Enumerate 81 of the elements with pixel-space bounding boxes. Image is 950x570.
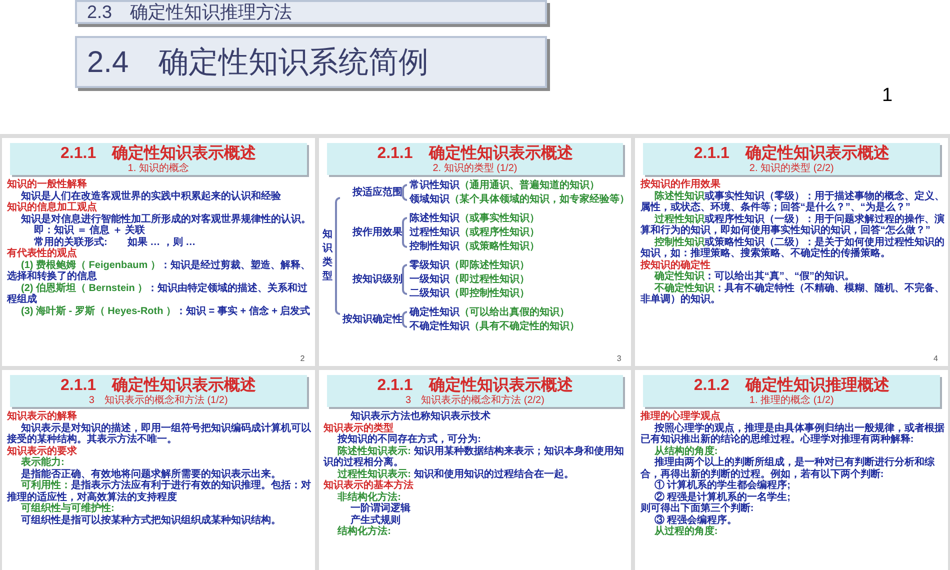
tree-leaf: 一级知识（即过程性知识） (409, 273, 530, 286)
slide-subtitle: 2. 知识的类型 (2/2) (749, 163, 834, 174)
tree-category: 按知识确定性 (341, 313, 402, 326)
section-heading: 按知识的确定性 (639, 260, 712, 270)
tree-category: 按知识级别 (351, 273, 402, 286)
slide-title: 2.1.1 确定性知识表示概述 (377, 144, 573, 162)
body-text: 按知识的不同存在方式，可分为: (336, 434, 482, 446)
slide-subtitle: 2. 知识的类型 (1/2) (432, 163, 518, 174)
slide-subtitle: 3 知识表示的概念和方法 (1/2) (88, 395, 228, 406)
section-heading: 知识表示的类型 (322, 422, 395, 434)
body-text: ① 计算机系的学生都会编程序; (653, 480, 792, 492)
section-heading: 推理的心理学观点 (639, 411, 722, 422)
body-text: 知识表示是对知识的描述，即用一组符号把知识编码成计算机可以接受的某种结构。其表示方法不唯一。 (6, 422, 312, 446)
bracket-line (402, 311, 408, 328)
body-text: 常用的关联形式: 如果 … ，则 … (33, 236, 197, 248)
tree-category: 按适应范围 (351, 186, 402, 199)
tree-leaf: 不确定性知识（具有不确定性的知识） (409, 320, 580, 333)
tree-leaf: 控制性知识（或策略性知识） (409, 240, 540, 253)
body-text: 一阶谓词逻辑 (350, 503, 412, 514)
body-text: 按照心理学的观点，推理是由具体事例归纳出一般规律，或者根据已有知识推出新的结论的思维过程。心理学对推理有两种解释: (639, 422, 946, 445)
body-text: 表示能力: (20, 457, 66, 468)
slide-title: 2.1.1 确定性知识表示概述 (60, 144, 256, 162)
body-text: 知识是人们在改造客观世界的实践中积累起来的认识和经验 (20, 190, 282, 202)
slide-number: 4 (934, 354, 938, 363)
section-heading: 知识表示的要求 (6, 446, 78, 456)
slide-number: 2 (300, 354, 305, 363)
section-heading: 知识表示的基本方法 (322, 480, 414, 491)
section-heading: 知识的一般性解释 (6, 179, 88, 190)
body-text: 可组织性是指可以按某种方式把知识组织成某种知识结构。 (20, 514, 282, 526)
slide-title: 2.1.1 确定性知识表示概述 (377, 376, 573, 394)
body-text: 非结构化方法: (336, 492, 402, 502)
body-text: (1) 费根鲍姆（ Feigenbaum ）：知识是经过剪裁、塑造、解释、选择和转换了的信息 (6, 260, 312, 282)
slide-subtitle: 1. 知识的概念 (128, 163, 189, 174)
body-text: 可组织性与可维护性: (20, 503, 116, 514)
body-text: 是指能否正确、有效地将问题求解所需要的知识表示出来。 (20, 468, 282, 480)
section-heading: 按知识的作用效果 (639, 179, 722, 190)
body-text: ③ 程强会编程序。 (653, 514, 738, 526)
body-text: 从过程的角度: (653, 526, 718, 538)
body-text: 控制性知识或策略性知识（二级）：是关于如何使用过程性知识的知识，如：推理策略、搜索策略、不确定性的传播策略。 (639, 236, 946, 259)
body-text: 结构化方法: (336, 526, 392, 538)
tree-category: 按作用效果 (351, 226, 402, 239)
body-text: 推理由两个以上的判断所组成，是一种对已有判断进行分析和综合，再得出新的判断的过程。例如，若有以下两个判断: (639, 457, 936, 480)
body-text: ② 程强是计算机系的一名学生; (653, 492, 792, 502)
tree-leaf: 确定性知识（可以给出真假的知识） (409, 306, 570, 319)
tree-leaf: 陈述性知识（或事实性知识） (409, 212, 540, 225)
body-text: 过程性知识或程序性知识（一级）：用于问题求解过程的操作、演算和行为的知识，即如何使用事实性知识的知识，回答“怎么做？” (639, 214, 946, 236)
body-text: (3) 海叶斯 - 罗斯（ Heyes-Roth ）：知识 = 事实 + 信念 + 启发式 (20, 306, 312, 317)
tree-leaf: 二级知识（即控制性知识） (409, 287, 530, 300)
page-number: 1 (882, 84, 893, 108)
body-text: 不确定性知识：具有不确定特性（不精确、模糊、随机、不完备、非单调）的知识。 (639, 282, 946, 306)
slide-title: 2.1.1 确定性知识表示概述 (60, 376, 256, 394)
body-text: 知识表示方法也称知识表示技术 (350, 411, 492, 422)
body-text: 确定性知识：可以给出其“真”、“假”的知识。 (653, 271, 856, 282)
body-text: 可利用性：是指表示方法应有利于进行有效的知识推理。包括：对推理的适应性，对高效算法的支持程度 (6, 480, 312, 502)
bracket-line (402, 217, 408, 248)
body-text: 陈述性知识或事实性知识（零级）：用于描述事物的概念、定义、属性，或状态、环境、条件等；回答“是什么？”、“为是么？” (639, 190, 946, 213)
tree-root: 知识类型 (322, 228, 333, 284)
body-text: 则可得出下面第三个判断: (639, 503, 755, 514)
slide-number: 3 (616, 354, 622, 363)
section-title: 2.4 确定性知识系统简例 (75, 36, 547, 88)
body-text: 知识是对信息进行智能性加工所形成的对客观世界规律性的认识。 (20, 214, 312, 224)
body-text: 从结构的角度: (653, 446, 719, 456)
section-heading: 知识表示的解释 (6, 411, 78, 422)
slide-title: 2.1.2 确定性知识推理概述 (694, 376, 890, 394)
section-heading: 知识的信息加工观点 (6, 202, 98, 214)
body-text: 过程性知识表示: 知识和使用知识的过程结合在一起。 (336, 468, 575, 480)
body-text: 陈述性知识表示: 知识用某种数据结构来表示；知识本身和使用知识的过程相分离。 (322, 446, 625, 468)
section-title: 2.3 确定性知识推理方法 (75, 0, 547, 24)
bracket-line (402, 264, 408, 295)
slide-subtitle: 3 知识表示的概念和方法 (2/2) (406, 395, 544, 406)
tree-leaf: 过程性知识（或程序性知识） (409, 226, 540, 239)
body-text: 即：知识 ＝ 信息 ＋ 关联 (34, 225, 146, 236)
tree-leaf: 领域知识（某个具体领域的知识，如专家经验等） (409, 193, 630, 206)
slide-title: 2.1.1 确定性知识表示概述 (694, 144, 890, 162)
bracket-line (402, 184, 408, 201)
body-text: 产生式规则 (350, 514, 402, 526)
slide-subtitle: 1. 推理的概念 (1/2) (749, 395, 834, 406)
tree-leaf: 零级知识（即陈述性知识） (409, 259, 530, 272)
tree-leaf: 常识性知识（通用通识、普遍知道的知识） (409, 179, 600, 192)
section-heading: 有代表性的观点 (6, 248, 78, 260)
body-text: (2) 伯恩斯坦（ Bernstein ）：知识由特定领域的描述、关系和过程组成 (6, 282, 309, 305)
